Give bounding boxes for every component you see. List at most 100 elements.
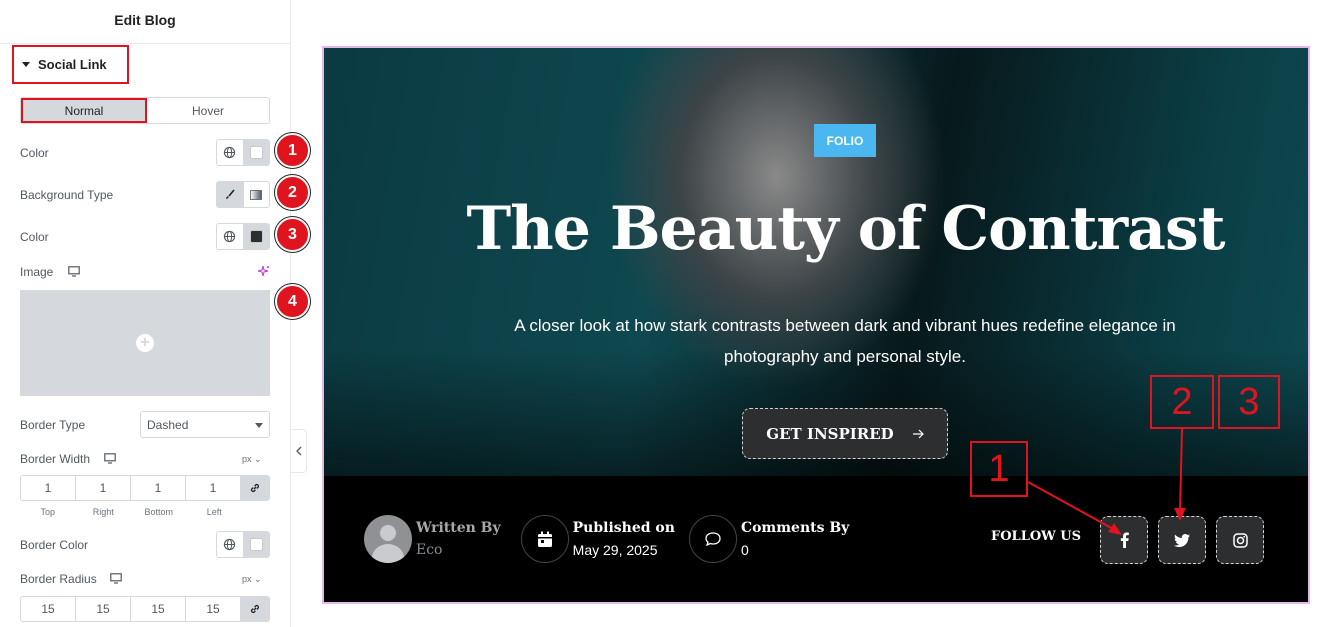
blog-preview: FOLIO The Beauty of Contrast A closer lo… (322, 46, 1310, 604)
annotation-box-1: 1 (970, 441, 1028, 497)
global-colors-button[interactable] (217, 224, 243, 249)
arrow-right-icon (912, 429, 924, 438)
border-width-unit[interactable]: px ⌄ (242, 454, 262, 465)
tab-hover[interactable]: Hover (147, 98, 269, 123)
follow-us-label: FOLLOW US (991, 529, 1082, 544)
global-colors-button[interactable] (217, 532, 243, 557)
bg-color-control (216, 223, 270, 250)
border-radius-top-input[interactable]: 15 (21, 597, 76, 621)
dim-label-top: Top (40, 507, 55, 517)
dim-label-left: Left (206, 507, 222, 517)
editor-panel: Edit Blog Social Link Normal Hover Color… (0, 0, 310, 627)
link-values-button[interactable] (241, 476, 269, 500)
border-radius-left-input[interactable]: 15 (186, 597, 241, 621)
published-date: May 29, 2025 (572, 542, 658, 558)
border-width-label: Border Width (20, 452, 91, 466)
facebook-link[interactable] (1100, 516, 1148, 564)
section-toggle-social-link[interactable]: Social Link (12, 45, 129, 84)
border-width-bottom-input[interactable]: 1 (131, 476, 186, 500)
state-tabs: Normal Hover (20, 97, 270, 124)
border-color-control (216, 531, 270, 558)
comment-icon-wrap (688, 515, 737, 563)
annotation-box-2: 2 (1150, 375, 1214, 429)
comment-icon (705, 532, 721, 547)
border-radius-unit[interactable]: px ⌄ (242, 574, 262, 585)
brush-icon (225, 188, 235, 199)
dimension-labels: Top Right Bottom Left (20, 507, 242, 517)
avatar (364, 515, 412, 563)
cta-label: GET INSPIRED (766, 424, 894, 443)
badge-4: 4 (275, 284, 310, 319)
twitter-icon (1174, 533, 1190, 547)
border-width-top-input[interactable]: 1 (21, 476, 76, 500)
panel-header: Edit Blog (0, 0, 290, 44)
border-width-inputs: 1 1 1 1 (20, 475, 270, 501)
globe-icon (224, 230, 236, 243)
link-values-button[interactable] (241, 597, 269, 621)
chevron-left-icon (295, 446, 301, 456)
comments-meta: Comments By 0 (741, 520, 849, 558)
gradient-background-button[interactable] (242, 182, 270, 207)
dim-label-bottom: Bottom (144, 507, 173, 517)
background-type-control (216, 181, 270, 208)
dim-label-right: Right (92, 507, 114, 517)
post-meta: Written By Eco Published on May 29, 2025… (364, 514, 849, 564)
classic-background-button[interactable] (217, 182, 243, 207)
border-radius-label: Border Radius (20, 572, 97, 586)
twitter-link[interactable] (1158, 516, 1206, 564)
instagram-link[interactable] (1216, 516, 1264, 564)
calendar-icon (537, 531, 552, 547)
color-picker-button[interactable] (242, 140, 269, 165)
gradient-icon (250, 189, 263, 200)
comments-count: 0 (740, 542, 749, 558)
background-type-label: Background Type (20, 188, 114, 202)
section-title: Social Link (38, 57, 107, 72)
border-width-right-input[interactable]: 1 (76, 476, 131, 500)
global-colors-button[interactable] (217, 140, 243, 165)
bg-color-label: Color (20, 230, 49, 244)
border-radius-bottom-input[interactable]: 15 (131, 597, 186, 621)
tab-normal[interactable]: Normal (21, 98, 147, 123)
author-name[interactable]: Eco (416, 542, 501, 558)
author-meta: Written By Eco (416, 520, 501, 558)
published-label: Published on (572, 520, 675, 536)
bg-color-picker-button[interactable] (242, 224, 269, 249)
border-type-select[interactable]: Dashed (140, 411, 270, 438)
border-type-value: Dashed (147, 417, 189, 432)
border-radius-right-input[interactable]: 15 (76, 597, 131, 621)
instagram-icon (1232, 532, 1248, 548)
border-radius-inputs: 15 15 15 15 (20, 596, 270, 622)
collapse-panel-button[interactable] (291, 429, 307, 473)
panel-title: Edit Blog (114, 12, 176, 28)
category-tag[interactable]: FOLIO (814, 124, 876, 157)
ai-sparkle-icon[interactable] (257, 265, 270, 278)
published-meta: Published on May 29, 2025 (573, 520, 675, 558)
post-description: A closer look at how stark contrasts bet… (514, 316, 1176, 366)
link-icon (250, 483, 260, 493)
bg-color-swatch (249, 230, 263, 243)
globe-icon (224, 146, 236, 159)
comments-label: Comments By (740, 520, 850, 536)
desktop-icon[interactable] (110, 573, 122, 584)
image-label: Image (20, 265, 54, 279)
desktop-icon[interactable] (104, 453, 116, 464)
plus-icon: + (136, 334, 154, 352)
chevron-down-icon (255, 423, 263, 428)
calendar-icon-wrap (520, 515, 569, 563)
image-upload-area[interactable]: + (20, 290, 270, 396)
badge-2: 2 (275, 175, 310, 210)
border-type-label: Border Type (20, 418, 86, 432)
border-color-picker-button[interactable] (242, 532, 269, 557)
author-label: Written By (416, 520, 501, 536)
color-label: Color (20, 146, 49, 160)
desktop-icon[interactable] (68, 266, 80, 277)
globe-icon (224, 538, 236, 551)
facebook-icon (1120, 532, 1129, 548)
color-control (216, 139, 270, 166)
border-width-left-input[interactable]: 1 (186, 476, 241, 500)
badge-3: 3 (275, 217, 310, 252)
link-icon (250, 604, 260, 614)
get-inspired-button[interactable]: GET INSPIRED (742, 408, 948, 459)
color-swatch (249, 146, 263, 159)
border-color-swatch (249, 538, 263, 551)
